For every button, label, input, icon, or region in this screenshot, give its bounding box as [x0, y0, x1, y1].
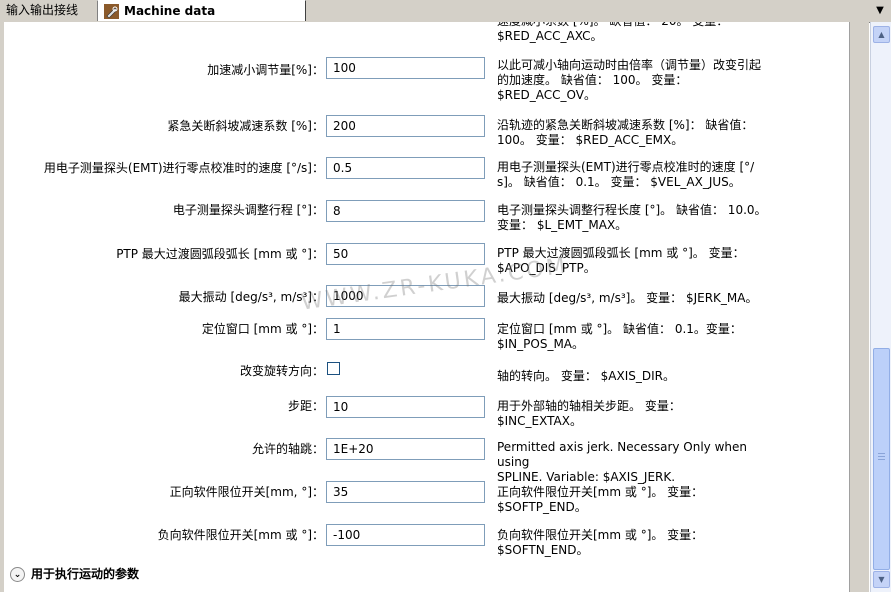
- param-input[interactable]: 100: [326, 57, 485, 79]
- right-frame: [849, 22, 869, 592]
- param-description: 正向软件限位开关[mm 或 °]。 变量： $SOFTP_END。: [497, 485, 704, 514]
- section-header-motion-params[interactable]: ⌄ 用于执行运动的参数: [10, 565, 139, 583]
- param-label: 用电子测量探头(EMT)进行零点校准时的速度 [°/s]：: [43, 161, 324, 175]
- param-description: 以此可减小轴向运动时由倍率（调节量）改变引起的加速度。 缺省值： 100。 变量…: [497, 58, 762, 102]
- param-description: Permitted axis jerk. Necessary Only when…: [497, 440, 748, 484]
- param-description: 定位窗口 [mm 或 °]。 缺省值： 0.1。变量： $IN_POS_MA。: [497, 322, 742, 351]
- param-input[interactable]: 0.5: [326, 157, 485, 179]
- axis-dir-checkbox[interactable]: [327, 362, 340, 375]
- tab-list-dropdown-icon[interactable]: ▼: [869, 0, 891, 21]
- scroll-down-icon[interactable]: ▼: [873, 571, 890, 588]
- param-label: 紧急关断斜坡减速系数 [%]：: [167, 119, 324, 133]
- param-label: 正向软件限位开关[mm, °]：: [169, 485, 324, 499]
- param-input[interactable]: 1E+20: [326, 438, 485, 460]
- param-label: 允许的轴跳：: [251, 442, 324, 456]
- scroll-thumb[interactable]: [873, 348, 890, 570]
- wrench-icon: [104, 4, 119, 19]
- param-label: 最大振动 [deg/s³, m/s³]：: [178, 290, 324, 304]
- param-description: 最大振动 [deg/s³, m/s³]。 变量： $JERK_MA。: [497, 291, 758, 305]
- param-description: 轴的转向。 变量： $AXIS_DIR。: [497, 369, 675, 383]
- param-description: 负向软件限位开关[mm 或 °]。 变量： $SOFTN_END。: [497, 528, 704, 557]
- top-partial-description: 速度减小系数 [%]。 缺省值： 20。 变量： $RED_ACC_AXC。: [497, 22, 728, 43]
- param-description: 沿轨迹的紧急关断斜坡减速系数 [%]： 缺省值： 100。 变量： $RED_A…: [497, 118, 754, 147]
- param-input[interactable]: 200: [326, 115, 485, 137]
- param-label: PTP 最大过渡圆弧段弧长 [mm 或 °]：: [116, 247, 324, 261]
- param-input[interactable]: -100: [326, 524, 485, 546]
- chevron-down-icon[interactable]: ⌄: [10, 567, 25, 582]
- param-label: 电子测量探头调整行程 [°]：: [172, 203, 324, 217]
- param-label: 定位窗口 [mm 或 °]：: [201, 322, 324, 336]
- tab-machine-data-configuration[interactable]: Machine data configuration: [97, 0, 306, 39]
- param-label: 负向软件限位开关[mm 或 °]：: [157, 528, 324, 542]
- tab-bar: 输入输出接线 Machine data configuration ▼: [0, 0, 891, 39]
- tab-io-wiring[interactable]: 输入输出接线: [0, 0, 96, 21]
- config-panel: 速度减小系数 [%]。 缺省值： 20。 变量： $RED_ACC_AXC。 加…: [4, 22, 849, 592]
- scroll-up-icon[interactable]: ▲: [873, 26, 890, 43]
- scroll-grip-icon: [878, 453, 885, 462]
- param-input[interactable]: 50: [326, 243, 485, 265]
- section-label: 用于执行运动的参数: [31, 567, 140, 581]
- param-input[interactable]: 35: [326, 481, 485, 503]
- param-description: 电子测量探头调整行程长度 [°]。 缺省值： 10.0。 变量： $L_EMT_…: [497, 203, 767, 232]
- param-description: 用于外部轴的轴相关步距。 变量： $INC_EXTAX。: [497, 399, 681, 428]
- param-label: 改变旋转方向：: [239, 364, 324, 378]
- param-input[interactable]: 1000: [326, 285, 485, 307]
- param-input[interactable]: 8: [326, 200, 485, 222]
- param-description: PTP 最大过渡圆弧段弧长 [mm 或 °]。 变量： $APO_DIS_PTP…: [497, 246, 745, 275]
- param-label: 步距：: [287, 399, 324, 413]
- vertical-scrollbar[interactable]: ▲ ▼: [870, 22, 891, 592]
- param-input[interactable]: 10: [326, 396, 485, 418]
- param-label: 加速减小调节量[%]：: [207, 63, 324, 77]
- param-input[interactable]: 1: [326, 318, 485, 340]
- param-description: 用电子测量探头(EMT)进行零点校准时的速度 [°/ s]。 缺省值： 0.1。…: [497, 160, 755, 189]
